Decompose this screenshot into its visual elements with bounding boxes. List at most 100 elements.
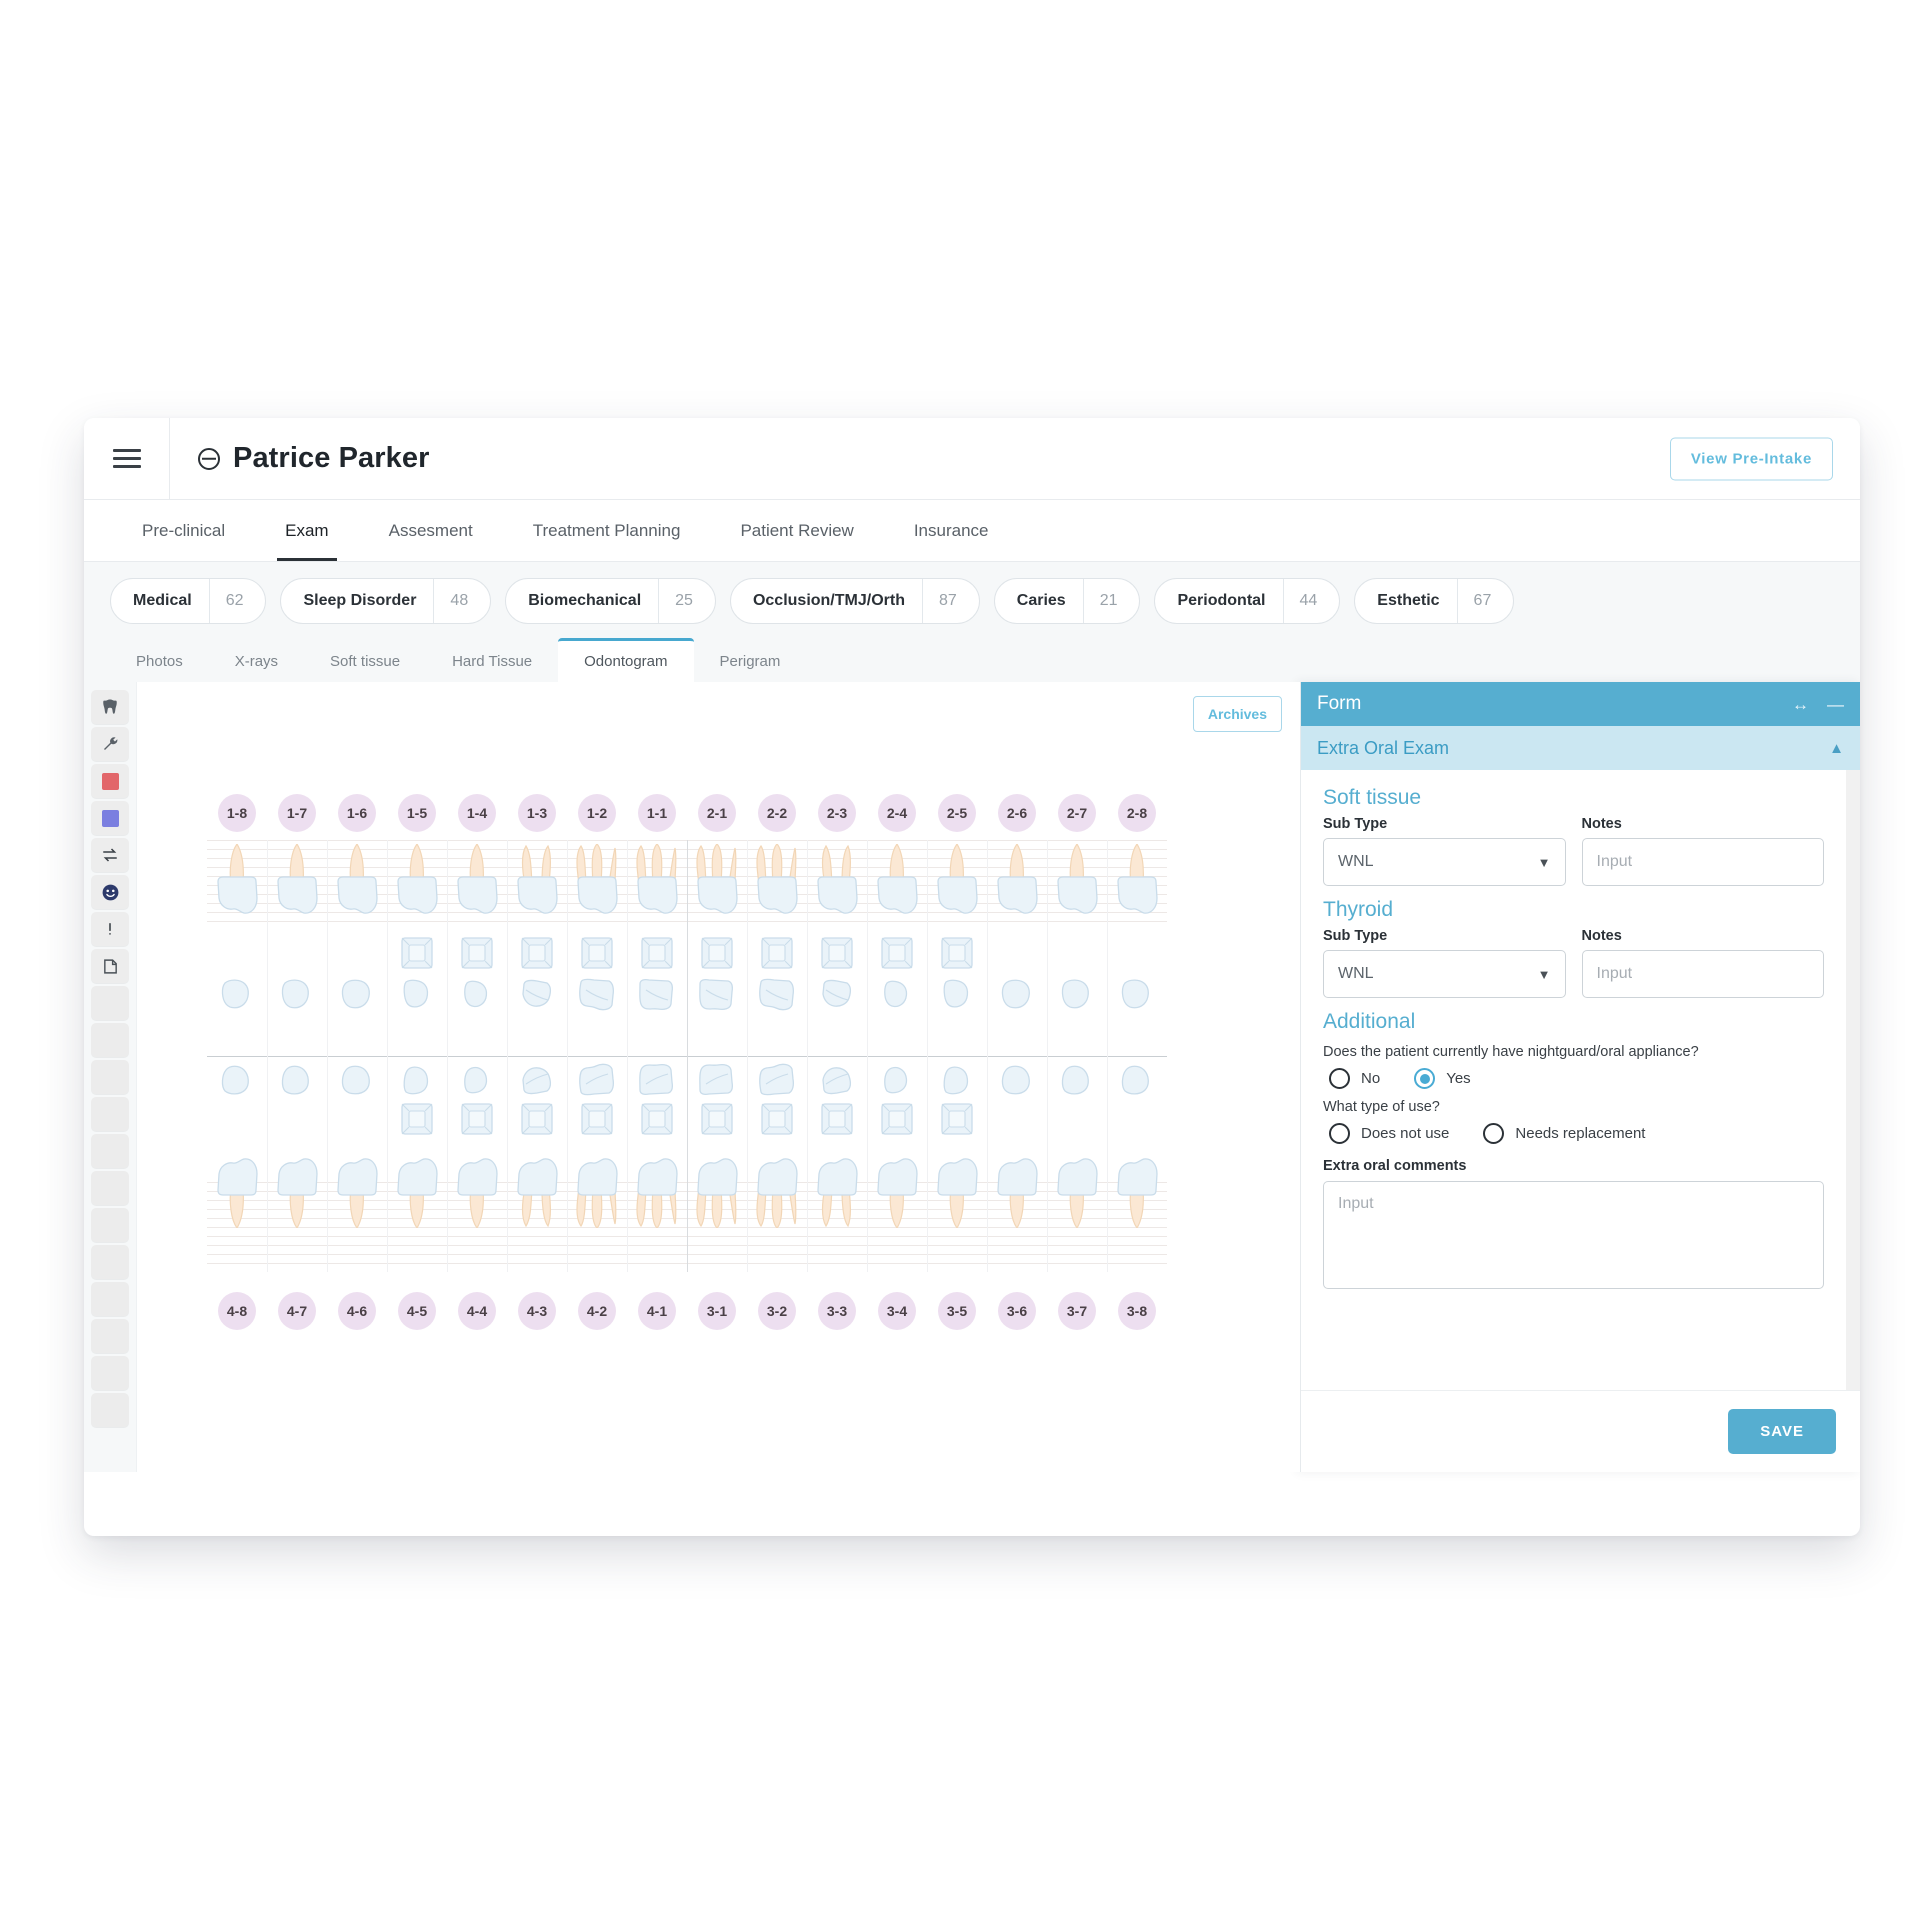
tooth-cell[interactable] [207, 1102, 267, 1136]
tooth-number-2-3[interactable]: 2-3 [818, 794, 856, 832]
category-chip-medical[interactable]: Medical 62 [110, 578, 267, 624]
scrollbar-thumb[interactable] [1848, 774, 1858, 844]
tooth-cell[interactable] [807, 1102, 867, 1136]
minimize-icon[interactable]: — [1827, 696, 1844, 713]
tooth-cell[interactable] [387, 844, 447, 928]
smiley-face-icon-button[interactable] [91, 875, 129, 909]
tooth-number-3-4[interactable]: 3-4 [878, 1292, 916, 1330]
tooth-cell[interactable] [447, 844, 507, 928]
primary-tab-insurance[interactable]: Insurance [884, 500, 1019, 561]
tool-slot-empty[interactable] [91, 1208, 129, 1242]
tooth-cell[interactable] [927, 936, 987, 970]
tooth-cell[interactable] [387, 1102, 447, 1136]
exclamation-icon-button[interactable] [91, 912, 129, 946]
wrench-icon-button[interactable] [91, 727, 129, 761]
tooth-cell[interactable] [1047, 1144, 1107, 1228]
tooth-cell[interactable] [627, 844, 687, 928]
resize-horizontal-icon[interactable]: ↔ [1792, 696, 1809, 713]
sub-tab-soft-tissue[interactable]: Soft tissue [304, 653, 426, 682]
tooth-cell[interactable] [507, 1062, 567, 1096]
tooth-cell[interactable] [747, 1102, 807, 1136]
tooth-number-3-5[interactable]: 3-5 [938, 1292, 976, 1330]
tooth-cell[interactable] [927, 1144, 987, 1228]
tooth-cell[interactable] [207, 1144, 267, 1228]
tooth-number-2-1[interactable]: 2-1 [698, 794, 736, 832]
sub-tab-x-rays[interactable]: X-rays [209, 653, 304, 682]
tooth-number-4-7[interactable]: 4-7 [278, 1292, 316, 1330]
save-button[interactable]: SAVE [1728, 1409, 1836, 1454]
tooth-cell[interactable] [507, 1144, 567, 1228]
tooth-cell[interactable] [1107, 1102, 1167, 1136]
tool-slot-empty[interactable] [91, 1356, 129, 1390]
tooth-cell[interactable] [267, 844, 327, 928]
tooth-cell[interactable] [747, 844, 807, 928]
tooth-cell[interactable] [447, 1102, 507, 1136]
tooth-number-4-3[interactable]: 4-3 [518, 1292, 556, 1330]
tooth-cell[interactable] [867, 1102, 927, 1136]
tooth-number-2-6[interactable]: 2-6 [998, 794, 1036, 832]
tool-slot-empty[interactable] [91, 1134, 129, 1168]
tooth-cell[interactable] [927, 1062, 987, 1096]
tooth-cell[interactable] [447, 1062, 507, 1096]
tooth-cell[interactable] [567, 844, 627, 928]
tooth-cell[interactable] [1107, 1144, 1167, 1228]
tooth-number-1-7[interactable]: 1-7 [278, 794, 316, 832]
tooth-cell[interactable] [927, 978, 987, 1012]
tooth-number-1-1[interactable]: 1-1 [638, 794, 676, 832]
tooth-cell[interactable] [567, 978, 627, 1012]
tooth-cell[interactable] [1047, 1102, 1107, 1136]
tooth-cell[interactable] [387, 936, 447, 970]
tooth-cell[interactable] [687, 936, 747, 970]
tooth-number-3-8[interactable]: 3-8 [1118, 1292, 1156, 1330]
tool-slot-empty[interactable] [91, 1282, 129, 1316]
tooth-number-2-2[interactable]: 2-2 [758, 794, 796, 832]
blue-swatch-icon-button[interactable] [91, 801, 129, 835]
scroll-down-arrow-icon[interactable]: ▼ [1846, 1376, 1860, 1390]
tooth-number-1-6[interactable]: 1-6 [338, 794, 376, 832]
tooth-number-4-2[interactable]: 4-2 [578, 1292, 616, 1330]
radio-button[interactable] [1329, 1068, 1350, 1089]
accordion-extra-oral-exam[interactable]: Extra Oral Exam ▲ [1301, 726, 1860, 770]
odontogram-canvas[interactable]: Archives 1-8 1-7 1-6 1-5 1-4 1-3 1-2 1-1 2-1 2-2 2… [136, 682, 1300, 1472]
tooth-number-3-7[interactable]: 3-7 [1058, 1292, 1096, 1330]
view-pre-intake-button[interactable]: View Pre-Intake [1669, 437, 1833, 480]
tooth-number-3-3[interactable]: 3-3 [818, 1292, 856, 1330]
tooth-icon-button[interactable] [91, 690, 129, 724]
tooth-cell[interactable] [867, 844, 927, 928]
tooth-cell[interactable] [867, 936, 927, 970]
tooth-cell[interactable] [1107, 978, 1167, 1012]
tooth-cell[interactable] [507, 936, 567, 970]
thyroid-subtype-select[interactable]: WNL ▼ [1323, 950, 1566, 998]
tooth-cell[interactable] [387, 1062, 447, 1096]
tooth-number-4-5[interactable]: 4-5 [398, 1292, 436, 1330]
tooth-number-3-1[interactable]: 3-1 [698, 1292, 736, 1330]
extra-oral-comments-textarea[interactable]: Input [1323, 1181, 1824, 1289]
tooth-cell[interactable] [687, 1102, 747, 1136]
tooth-cell[interactable] [1047, 978, 1107, 1012]
tooth-cell[interactable] [807, 1144, 867, 1228]
form-scrollbar[interactable]: ▲ ▼ [1846, 770, 1860, 1390]
tooth-cell[interactable] [987, 1062, 1047, 1096]
scroll-up-arrow-icon[interactable]: ▲ [1846, 770, 1860, 784]
category-chip-sleep-disorder[interactable]: Sleep Disorder 48 [280, 578, 492, 624]
tooth-cell[interactable] [627, 1102, 687, 1136]
tooth-cell[interactable] [207, 844, 267, 928]
tooth-cell[interactable] [987, 936, 1047, 970]
tooth-number-4-8[interactable]: 4-8 [218, 1292, 256, 1330]
tooth-cell[interactable] [867, 1062, 927, 1096]
tool-slot-empty[interactable] [91, 1023, 129, 1057]
tooth-cell[interactable] [987, 1144, 1047, 1228]
category-chip-esthetic[interactable]: Esthetic 67 [1354, 578, 1515, 624]
radio-button[interactable] [1329, 1123, 1350, 1144]
tooth-cell[interactable] [387, 978, 447, 1012]
swap-arrows-icon-button[interactable] [91, 838, 129, 872]
tooth-cell[interactable] [507, 1102, 567, 1136]
hamburger-menu-button[interactable] [84, 418, 170, 499]
tooth-cell[interactable] [1047, 844, 1107, 928]
tool-slot-empty[interactable] [91, 1171, 129, 1205]
category-chip-biomechanical[interactable]: Biomechanical 25 [505, 578, 716, 624]
sub-tab-hard-tissue[interactable]: Hard Tissue [426, 653, 558, 682]
tooth-cell[interactable] [1107, 1062, 1167, 1096]
tooth-cell[interactable] [627, 1144, 687, 1228]
radio-option-no[interactable]: No [1329, 1068, 1380, 1089]
